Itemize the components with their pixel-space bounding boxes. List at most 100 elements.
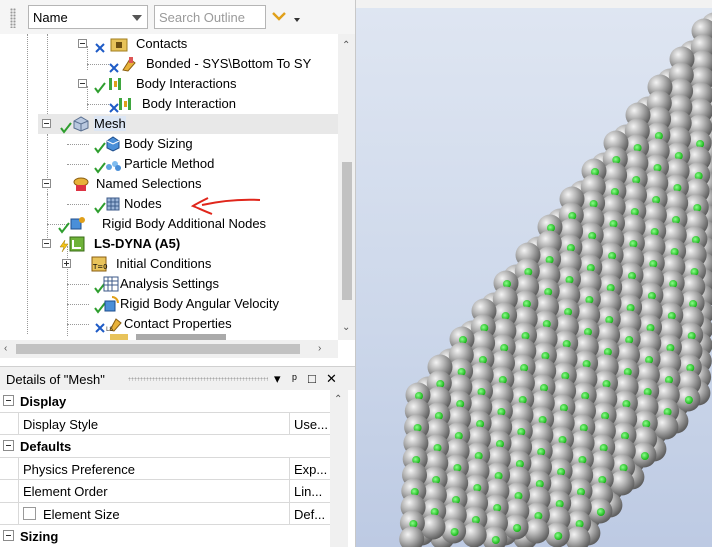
collapse-icon[interactable] bbox=[3, 530, 14, 541]
tree-item-body-interactions[interactable]: Body Interactions bbox=[78, 74, 338, 94]
tree-item-label: Initial Conditions bbox=[116, 256, 212, 271]
node-marker bbox=[596, 508, 605, 516]
tree-item-contacts[interactable]: Contacts bbox=[78, 34, 338, 54]
search-outline-input[interactable]: Search Outline bbox=[154, 5, 266, 29]
mesh-icon bbox=[73, 116, 89, 132]
scroll-down-icon[interactable]: ⌄ bbox=[342, 322, 350, 334]
maximize-icon[interactable]: □ bbox=[308, 371, 316, 386]
tree-item-label: Contacts bbox=[136, 36, 188, 51]
prop-physics-preference[interactable]: Physics Preference Exp... bbox=[0, 457, 330, 480]
tree-item-analysis-settings[interactable]: Analysis Settings bbox=[78, 274, 338, 294]
prop-key: Physics Preference bbox=[23, 461, 135, 477]
analysis-settings-icon bbox=[103, 276, 119, 292]
tree-item-mesh[interactable]: Mesh bbox=[38, 114, 338, 134]
prop-element-order[interactable]: Element Order Lin... bbox=[0, 480, 330, 503]
details-grid: Display Display Style Use... Defaults Ph… bbox=[0, 390, 330, 547]
scroll-thumb[interactable] bbox=[16, 344, 300, 354]
name-filter-select[interactable]: Name bbox=[28, 5, 148, 29]
tree-item-rigid-body-angular-velocity[interactable]: Rigid Body Angular Velocity bbox=[78, 294, 338, 314]
prop-value[interactable]: Def... bbox=[294, 507, 325, 522]
collapse-icon[interactable] bbox=[3, 440, 14, 451]
node-marker bbox=[640, 452, 649, 460]
prop-key: Element Size bbox=[43, 506, 120, 522]
section-label: Defaults bbox=[20, 439, 72, 454]
node-marker bbox=[684, 396, 693, 404]
named-selections-icon bbox=[73, 177, 89, 191]
svg-text:LS: LS bbox=[106, 326, 113, 333]
section-label: Sizing bbox=[20, 529, 59, 544]
rigid-body-nodes-icon bbox=[70, 217, 85, 230]
particle-method-icon bbox=[106, 161, 121, 171]
tree-item-ls-dyna[interactable]: LS-DYNA (A5) bbox=[38, 234, 338, 254]
tree-item-label: Rigid Body Angular Velocity bbox=[120, 296, 279, 311]
toolbar-grip-icon[interactable] bbox=[10, 8, 16, 28]
x-status-icon bbox=[95, 43, 105, 53]
close-icon[interactable]: ✕ bbox=[326, 371, 337, 387]
tree-item-body-sizing[interactable]: Body Sizing bbox=[78, 134, 338, 154]
collapse-icon[interactable] bbox=[42, 179, 51, 188]
tree-item-particle-method[interactable]: Particle Method bbox=[78, 154, 338, 174]
details-vertical-scrollbar[interactable]: ⌃ bbox=[330, 390, 348, 547]
collapse-icon[interactable] bbox=[78, 39, 87, 48]
scroll-left-icon[interactable]: ‹ bbox=[4, 343, 7, 355]
tree-vertical-scrollbar[interactable]: ⌃ ⌄ bbox=[338, 34, 355, 340]
section-label: Display bbox=[20, 394, 67, 409]
tree-item-label: Bonded - SYS\Bottom To SY bbox=[146, 56, 312, 71]
outline-toolbar: Name Search Outline bbox=[0, 0, 355, 34]
body-sizing-icon bbox=[106, 136, 120, 152]
node-marker bbox=[513, 524, 522, 532]
particle-model[interactable] bbox=[356, 0, 712, 547]
scroll-right-icon[interactable]: › bbox=[318, 343, 321, 355]
particle-sphere bbox=[609, 470, 635, 496]
expand-icon[interactable] bbox=[62, 259, 71, 268]
prop-value[interactable]: Use... bbox=[294, 417, 328, 432]
section-sizing[interactable]: Sizing bbox=[0, 525, 330, 547]
scroll-up-icon[interactable]: ⌃ bbox=[334, 394, 342, 406]
collapse-icon[interactable] bbox=[42, 239, 51, 248]
details-title: Details of "Mesh" bbox=[6, 372, 105, 387]
tree-item-label: Rigid Body Additional Nodes bbox=[102, 216, 267, 231]
filter-dropdown-icon[interactable] bbox=[294, 18, 300, 22]
prop-display-style[interactable]: Display Style Use... bbox=[0, 412, 330, 435]
tree-item-body-interaction[interactable]: Body Interaction bbox=[100, 94, 338, 114]
tree-item-label: Particle Method bbox=[124, 156, 215, 171]
collapse-icon[interactable] bbox=[42, 119, 51, 128]
collapse-icon[interactable] bbox=[3, 395, 14, 406]
section-display[interactable]: Display bbox=[0, 390, 330, 413]
expand-chevron-icon[interactable] bbox=[271, 8, 287, 24]
node-marker bbox=[491, 536, 500, 544]
scroll-up-icon[interactable]: ⌃ bbox=[342, 40, 350, 52]
initial-conditions-icon: T=0 bbox=[91, 256, 108, 272]
contact-properties-icon: LS bbox=[106, 318, 122, 333]
tree-item-label: Nodes bbox=[124, 196, 162, 211]
pin-icon[interactable]: ᵖ bbox=[292, 371, 297, 386]
tree-item-named-selections[interactable]: Named Selections bbox=[38, 174, 338, 194]
x-status-icon bbox=[95, 323, 105, 333]
outline-tree: Contacts Bonded - SYS\Bottom To SY Body … bbox=[0, 34, 338, 340]
node-marker bbox=[450, 528, 459, 536]
particle-sphere bbox=[524, 518, 550, 544]
graphics-viewport[interactable] bbox=[356, 0, 712, 547]
svg-text:T=0: T=0 bbox=[92, 263, 108, 271]
details-panel-header: Details of "Mesh" ▾ ᵖ □ ✕ bbox=[0, 366, 355, 390]
element-size-checkbox[interactable] bbox=[23, 506, 36, 520]
body-interactions-icon bbox=[109, 78, 121, 90]
search-outline-placeholder: Search Outline bbox=[159, 10, 245, 25]
tree-item-bonded[interactable]: Bonded - SYS\Bottom To SY bbox=[100, 54, 338, 74]
annotation-arrow-icon bbox=[190, 197, 261, 215]
outline-panel: Name Search Outline Contacts Bonded - SY… bbox=[0, 0, 356, 547]
tree-item-label: LS-DYNA (A5) bbox=[94, 236, 181, 251]
prop-value[interactable]: Lin... bbox=[294, 484, 322, 499]
scroll-thumb[interactable] bbox=[342, 162, 352, 300]
drag-grip-icon[interactable] bbox=[128, 377, 268, 381]
tree-horizontal-scrollbar[interactable]: ‹ › bbox=[0, 340, 338, 358]
tree-item-contact-properties[interactable]: LS Contact Properties bbox=[78, 314, 338, 334]
tree-item-initial-conditions[interactable]: T=0 Initial Conditions bbox=[58, 254, 338, 274]
prop-value[interactable]: Exp... bbox=[294, 462, 327, 477]
prop-key: Element Order bbox=[23, 484, 108, 499]
section-defaults[interactable]: Defaults bbox=[0, 435, 330, 458]
prop-element-size[interactable]: Element Size Def... bbox=[0, 502, 330, 525]
collapse-icon[interactable] bbox=[78, 79, 87, 88]
prop-key: Display Style bbox=[23, 416, 99, 432]
dropdown-menu-icon[interactable]: ▾ bbox=[274, 371, 281, 387]
